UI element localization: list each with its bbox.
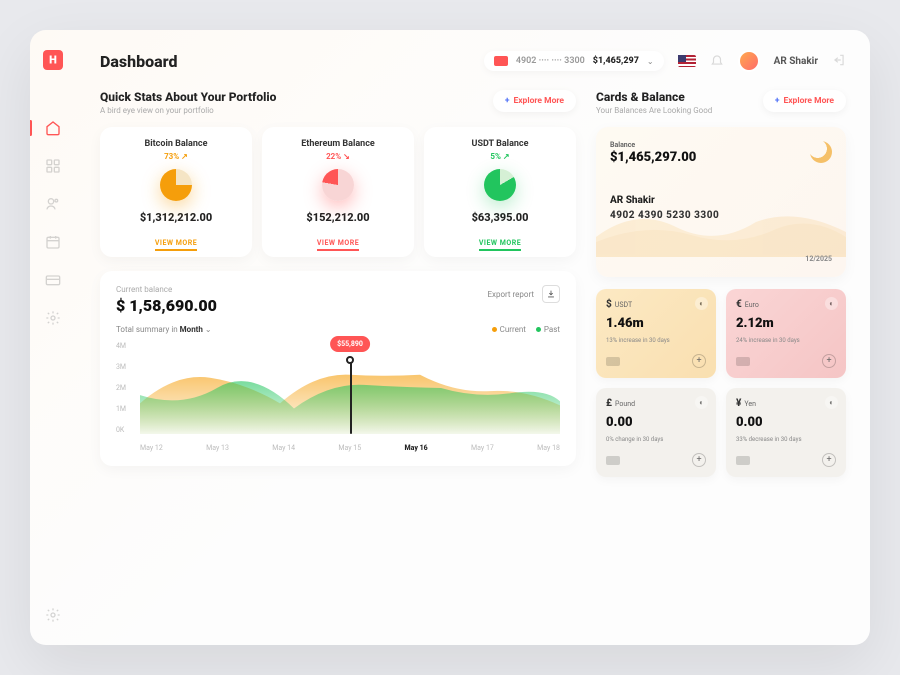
nav-apps[interactable] <box>43 156 63 176</box>
currency-card-pound[interactable]: ◐ £Pound 0.00 0% change in 30 days + <box>596 388 716 477</box>
locale-flag-icon[interactable] <box>678 55 696 67</box>
add-button[interactable]: + <box>692 453 706 467</box>
page-title: Dashboard <box>100 52 177 71</box>
chevron-down-icon: ⌄ <box>647 57 654 66</box>
header-username: AR Shakir <box>774 56 818 67</box>
add-button[interactable]: + <box>822 453 836 467</box>
explore-cards-button[interactable]: +Explore More <box>763 90 846 112</box>
x-axis: May 12May 13May 14May 15May 16May 17May … <box>140 444 560 452</box>
card-masked-number: 4902 ···· ···· 3300 <box>516 56 585 66</box>
currency-badge-icon: ◐ <box>695 297 708 310</box>
stat-card-usdt: USDT Balance 5% ↗ $63,395.00 VIEW MORE <box>424 127 576 257</box>
card-wave-decoration <box>596 197 846 257</box>
add-button[interactable]: + <box>692 354 706 368</box>
download-icon <box>542 285 560 303</box>
chart-marker-line <box>350 358 352 434</box>
card-expiry: 12/2025 <box>805 255 832 263</box>
card-brand-icon <box>494 56 508 66</box>
y-axis: 4M3M2M1M0K <box>116 342 126 434</box>
nav-card[interactable] <box>43 270 63 290</box>
sidebar <box>30 30 76 645</box>
currency-badge-icon: ◐ <box>825 396 838 409</box>
balance-card[interactable]: Balance $1,465,297.00 AR Shakir 4902 439… <box>596 127 846 277</box>
portfolio-header: Quick Stats About Your Portfolio A bird … <box>100 90 576 115</box>
currency-card-yen[interactable]: ◐ ¥Yen 0.00 33% decrease in 30 days + <box>726 388 846 477</box>
currency-badge-icon: ◐ <box>695 396 708 409</box>
stats-row: Bitcoin Balance 73% ↗ $1,312,212.00 VIEW… <box>100 127 576 257</box>
card-icon <box>606 456 620 465</box>
balance-amount: $1,465,297.00 <box>610 150 832 165</box>
chart-legend: Current Past <box>492 325 560 334</box>
current-balance-amount: $ 1,58,690.00 <box>116 296 217 315</box>
main-content: Dashboard 4902 ···· ···· 3300 $1,465,297… <box>76 30 870 645</box>
portfolio-title: Quick Stats About Your Portfolio <box>100 90 276 104</box>
pie-icon <box>160 169 192 201</box>
explore-portfolio-button[interactable]: +Explore More <box>493 90 576 112</box>
area-chart[interactable]: 4M3M2M1M0K $55,890 <box>116 342 560 452</box>
nav-home[interactable] <box>43 118 63 138</box>
currency-badge-icon: ◐ <box>825 297 838 310</box>
avatar[interactable] <box>738 50 760 72</box>
balance-chart-card: Current balance $ 1,58,690.00 Export rep… <box>100 271 576 466</box>
app-window: Dashboard 4902 ···· ···· 3300 $1,465,297… <box>30 30 870 645</box>
chevron-down-icon: ⌄ <box>205 325 212 334</box>
card-icon <box>736 456 750 465</box>
header-card-selector[interactable]: 4902 ···· ···· 3300 $1,465,297 ⌄ <box>484 51 664 71</box>
nav-settings[interactable] <box>43 308 63 328</box>
cards-header: Cards & Balance Your Balances Are Lookin… <box>596 90 846 115</box>
currency-card-usdt[interactable]: ◐ $USDT 1.46m 13% increase in 30 days + <box>596 289 716 378</box>
pie-icon <box>484 169 516 201</box>
nav-settings-bottom[interactable] <box>43 605 63 625</box>
card-icon <box>736 357 750 366</box>
header: Dashboard 4902 ···· ···· 3300 $1,465,297… <box>100 50 846 72</box>
card-amount: $1,465,297 <box>593 56 639 66</box>
notifications-icon[interactable] <box>710 52 724 71</box>
export-report-button[interactable]: Export report <box>487 285 560 303</box>
card-icon <box>606 357 620 366</box>
app-logo <box>43 50 63 70</box>
stat-card-bitcoin: Bitcoin Balance 73% ↗ $1,312,212.00 VIEW… <box>100 127 252 257</box>
add-button[interactable]: + <box>822 354 836 368</box>
nav-users[interactable] <box>43 194 63 214</box>
currency-grid: ◐ $USDT 1.46m 13% increase in 30 days + … <box>596 289 846 477</box>
pie-icon <box>322 169 354 201</box>
logout-icon[interactable] <box>832 52 846 71</box>
view-more-link[interactable]: VIEW MORE <box>479 239 521 251</box>
stat-card-ethereum: Ethereum Balance 22% ↘ $152,212.00 VIEW … <box>262 127 414 257</box>
nav-calendar[interactable] <box>43 232 63 252</box>
chart-marker-dot <box>346 356 354 364</box>
portfolio-subtitle: A bird eye view on your portfolio <box>100 106 276 115</box>
view-more-link[interactable]: VIEW MORE <box>317 239 359 251</box>
view-more-link[interactable]: VIEW MORE <box>155 239 197 251</box>
period-selector[interactable]: Total summary in Month ⌄ <box>116 325 212 334</box>
chart-tooltip: $55,890 <box>330 336 370 352</box>
moon-icon <box>810 141 832 163</box>
currency-card-euro[interactable]: ◐ €Euro 2.12m 24% increase in 30 days + <box>726 289 846 378</box>
